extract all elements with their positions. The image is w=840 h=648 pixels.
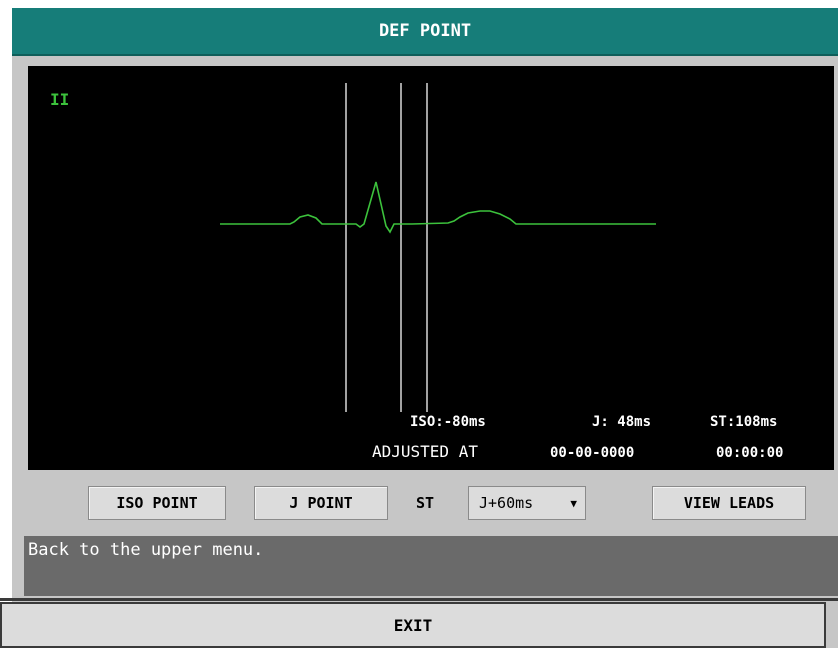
ecg-panel: II ISO:-80ms J: 48ms ST:108ms ADJUSTED A… (28, 66, 834, 470)
ecg-waveform (220, 181, 656, 234)
iso-point-button[interactable]: ISO POINT (88, 486, 226, 520)
ecg-waveform-area (220, 83, 656, 412)
dialog-title: DEF POINT (12, 8, 838, 56)
divider (0, 598, 838, 601)
def-point-dialog: DEF POINT II ISO:-80ms J: 48ms ST:108ms … (0, 8, 838, 648)
view-leads-button[interactable]: VIEW LEADS (652, 486, 806, 520)
adjusted-date: 00-00-0000 (550, 445, 635, 461)
st-value: ST:108ms (710, 414, 778, 430)
adjusted-label: ADJUSTED AT (372, 442, 478, 461)
dropdown-arrow-icon: ▼ (570, 496, 577, 510)
j-value: J: 48ms (592, 414, 652, 430)
help-text: Back to the upper menu. (24, 536, 838, 596)
st-select[interactable]: J+60ms ▼ (468, 486, 586, 520)
j-point-button[interactable]: J POINT (254, 486, 388, 520)
st-label: ST (416, 494, 435, 512)
st-select-value: J+60ms (479, 494, 534, 512)
exit-button[interactable]: EXIT (0, 602, 826, 648)
iso-value: ISO:-80ms (410, 414, 486, 430)
adjusted-time: 00:00:00 (716, 445, 784, 461)
